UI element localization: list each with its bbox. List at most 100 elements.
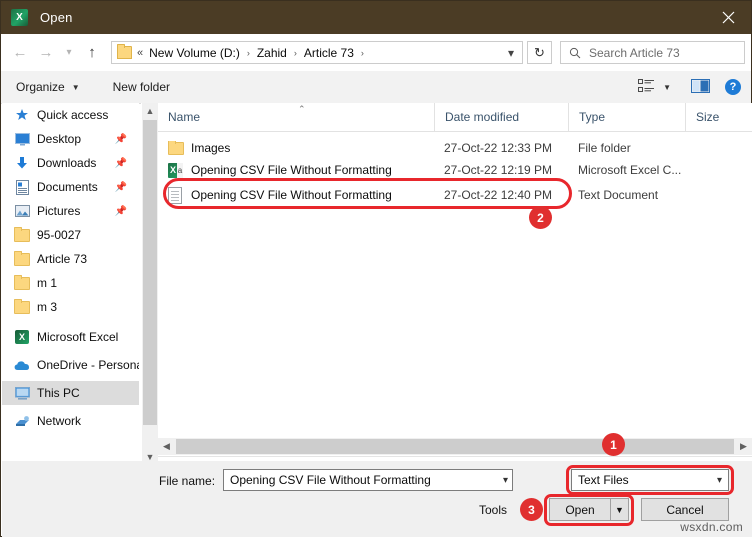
sidebar-item-downloads[interactable]: Downloads 📌 <box>2 151 139 175</box>
search-icon <box>569 47 581 59</box>
table-row[interactable]: Opening CSV File Without Formatting 27-O… <box>158 159 752 181</box>
file-name: Images <box>191 141 231 155</box>
open-button[interactable]: Open <box>549 498 611 521</box>
sidebar-scrollbar[interactable]: ▲ ▼ <box>141 103 158 465</box>
sidebar-item-label: Microsoft Excel <box>37 330 119 344</box>
sidebar-item-95-0027[interactable]: 95-0027 <box>2 223 139 247</box>
sidebar-item-desktop[interactable]: Desktop 📌 <box>2 127 139 151</box>
table-row[interactable]: Opening CSV File Without Formatting 27-O… <box>158 184 752 206</box>
file-date-modified: 27-Oct-22 12:33 PM <box>444 141 553 155</box>
sidebar-item-m-3[interactable]: m 3 <box>2 295 139 319</box>
recent-locations-chevron-down-icon[interactable]: ▾ <box>59 38 79 68</box>
refresh-icon[interactable]: ↻ <box>527 41 552 64</box>
chevron-left-icon[interactable]: ◀ <box>158 438 175 455</box>
file-date-modified: 27-Oct-22 12:19 PM <box>444 163 553 177</box>
file-list-horizontal-scrollbar[interactable]: ◀ ▶ <box>158 438 752 455</box>
this-pc-icon <box>14 385 30 401</box>
documents-icon <box>14 179 30 195</box>
sidebar-item-network[interactable]: Network <box>2 409 139 433</box>
sidebar-item-microsoft-excel[interactable]: X Microsoft Excel <box>2 325 139 349</box>
sidebar-item-label: Quick access <box>37 108 109 122</box>
open-file-dialog: Open ← → ▾ ↑ « New Volume (D:) › Zahid ›… <box>0 0 752 537</box>
file-type-select[interactable]: Text Files ▾ <box>571 469 729 491</box>
sidebar-item-onedrive[interactable]: OneDrive - Personal <box>2 353 139 377</box>
chevron-up-icon[interactable]: ▲ <box>142 103 158 119</box>
sidebar-scrollbar-thumb[interactable] <box>143 120 157 425</box>
search-input[interactable]: Search Article 73 <box>560 41 745 64</box>
file-row-name-cell: Opening CSV File Without Formatting <box>158 162 434 178</box>
horizontal-scrollbar-thumb[interactable] <box>176 439 734 454</box>
arrow-left-icon[interactable]: ← <box>7 38 33 68</box>
sidebar-item-pictures[interactable]: Pictures 📌 <box>2 199 139 223</box>
breadcrumb-separator-icon: › <box>360 47 364 58</box>
sidebar-item-label: OneDrive - Personal <box>37 358 139 372</box>
file-date-modified: 27-Oct-22 12:40 PM <box>444 188 553 202</box>
sort-ascending-icon: ⌃ <box>298 104 306 114</box>
view-controls: ▼ ? <box>634 77 751 98</box>
pin-icon[interactable]: 📌 <box>115 206 127 217</box>
file-name: Opening CSV File Without Formatting <box>191 188 392 202</box>
file-row-name-cell: Images <box>158 141 434 155</box>
breadcrumb-separator-icon: › <box>293 47 297 58</box>
file-type-value: Text Files <box>578 473 629 487</box>
close-icon[interactable] <box>705 1 751 34</box>
breadcrumb-item-drive[interactable]: New Volume (D:) <box>148 46 241 60</box>
sidebar-item-label: m 1 <box>37 276 58 290</box>
folder-icon <box>117 44 132 59</box>
new-folder-button[interactable]: New folder <box>109 77 174 97</box>
file-name-value: Opening CSV File Without Formatting <box>230 473 431 487</box>
excel-icon: X <box>14 329 30 345</box>
text-document-icon <box>168 186 185 204</box>
file-name-label: File name: <box>159 474 216 488</box>
sidebar-item-quick-access[interactable]: Quick access <box>2 103 139 127</box>
search-placeholder: Search Article 73 <box>589 45 680 60</box>
sidebar-item-article-73[interactable]: Article 73 <box>2 247 139 271</box>
pin-icon[interactable]: 📌 <box>115 158 127 169</box>
table-row[interactable]: Images 27-Oct-22 12:33 PM File folder <box>158 137 752 159</box>
navigation-bar: ← → ▾ ↑ « New Volume (D:) › Zahid › Arti… <box>1 34 751 71</box>
chevron-down-icon[interactable]: ▾ <box>500 46 522 60</box>
chevron-right-icon[interactable]: ▶ <box>735 438 752 455</box>
folder-icon <box>14 298 30 315</box>
cancel-button[interactable]: Cancel <box>641 498 729 521</box>
arrow-up-icon[interactable]: ↑ <box>79 38 105 68</box>
sidebar-item-label: m 3 <box>37 300 58 314</box>
view-mode-button[interactable]: ▼ <box>634 77 675 98</box>
breadcrumb-item-article73[interactable]: Article 73 <box>303 46 355 60</box>
column-header-size[interactable]: Size <box>685 103 752 131</box>
column-header-date-modified[interactable]: Date modified <box>434 103 568 131</box>
column-header-name[interactable]: Name ⌃ <box>158 103 434 131</box>
arrow-right-icon[interactable]: → <box>33 38 59 68</box>
column-header-row: Name ⌃ Date modified Type Size <box>158 103 752 132</box>
title-bar: Open <box>1 1 751 34</box>
breadcrumb[interactable]: « New Volume (D:) › Zahid › Article 73 ›… <box>111 41 523 64</box>
column-label: Date modified <box>445 110 520 124</box>
help-button[interactable]: ? <box>725 79 741 95</box>
organize-button[interactable]: Organize ▼ <box>12 77 84 97</box>
column-label: Name <box>168 110 201 124</box>
breadcrumb-overflow-icon[interactable]: « <box>137 47 143 59</box>
toolbar: Organize ▼ New folder ▼ ? <box>1 71 751 104</box>
sidebar-item-m-1[interactable]: m 1 <box>2 271 139 295</box>
sidebar-item-label: Pictures <box>37 204 81 218</box>
pin-icon[interactable]: 📌 <box>115 134 127 145</box>
list-view-icon <box>638 78 655 96</box>
open-split-dropdown-icon[interactable]: ▼ <box>611 498 629 521</box>
tools-button[interactable]: Tools <box>479 503 507 517</box>
sidebar-item-this-pc[interactable]: This PC <box>2 381 139 405</box>
organize-label: Organize <box>16 80 65 94</box>
file-name-input[interactable]: Opening CSV File Without Formatting ▾ <box>223 469 513 491</box>
preview-pane-button[interactable] <box>691 78 710 96</box>
column-header-type[interactable]: Type <box>568 103 685 131</box>
download-icon <box>14 155 30 171</box>
star-pin-icon <box>14 107 30 123</box>
chevron-down-icon[interactable]: ▾ <box>503 470 508 490</box>
excel-csv-icon <box>168 162 185 178</box>
sidebar-item-label: Desktop <box>37 132 82 146</box>
sidebar-item-documents[interactable]: Documents 📌 <box>2 175 139 199</box>
list-bottom-divider <box>158 456 752 457</box>
pin-icon[interactable]: 📌 <box>115 182 127 193</box>
breadcrumb-item-zahid[interactable]: Zahid <box>256 46 288 60</box>
chevron-down-icon: ▾ <box>716 474 722 486</box>
folder-icon <box>14 250 30 267</box>
